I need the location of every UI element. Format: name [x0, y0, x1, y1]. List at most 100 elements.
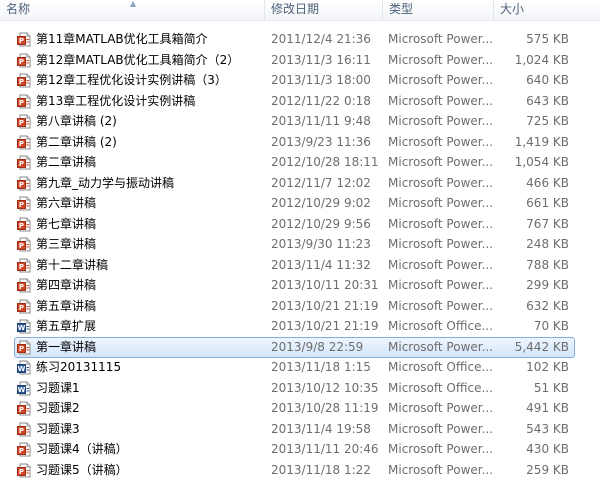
file-name: 第五章扩展 — [36, 319, 97, 333]
file-type: Microsoft Power... — [388, 114, 493, 128]
file-name: 习题课4（讲稿） — [36, 442, 128, 456]
powerpoint-icon: P — [17, 176, 32, 191]
word-icon: W — [17, 360, 32, 375]
powerpoint-icon: P — [17, 196, 32, 211]
file-type: Microsoft Power... — [388, 257, 493, 272]
file-row[interactable]: P 习题课4（讲稿） 2013/11/11 20:46 Microsoft Power… — [0, 439, 600, 460]
file-name: 第12章工程优化设计实例讲稿（3） — [36, 73, 227, 87]
file-date: 2013/10/12 10:35 — [271, 380, 379, 395]
file-name: 第一章讲稿 — [36, 339, 97, 354]
powerpoint-icon: P — [17, 94, 32, 109]
column-size-header[interactable]: 大小 — [493, 0, 600, 20]
file-row[interactable]: P 第五章讲稿 2013/10/21 21:19 Microsoft Power...… — [0, 296, 600, 317]
file-type: Microsoft Power... — [388, 175, 493, 190]
file-name: 第二章讲稿 (2) — [36, 134, 117, 149]
file-name: 第七章讲稿 — [36, 216, 97, 231]
svg-text:W: W — [18, 324, 26, 332]
file-row[interactable]: P 第三章讲稿 2013/9/30 11:23 Microsoft Power... 2… — [0, 234, 600, 255]
file-name: 练习20131115 — [36, 360, 122, 374]
file-row[interactable]: P 第12章工程优化设计实例讲稿（3） 2013/11/3 18:00 Microso… — [0, 70, 600, 91]
powerpoint-icon: P — [17, 299, 32, 314]
file-date: 2013/9/8 22:59 — [271, 339, 364, 354]
file-row[interactable]: P 第十二章讲稿 2013/11/4 11:32 Microsoft Power...… — [0, 255, 600, 276]
file-row[interactable]: W 习题课1 2013/10/12 10:35 Microsoft Office...… — [0, 378, 600, 399]
file-type: Microsoft Office... — [388, 319, 493, 333]
powerpoint-icon: P — [17, 217, 32, 232]
file-size: 788 KB — [526, 257, 569, 272]
file-type: Microsoft Power... — [388, 401, 493, 415]
powerpoint-icon: P — [17, 442, 32, 457]
file-size: 491 KB — [526, 401, 569, 415]
file-type: Microsoft Office... — [388, 360, 493, 374]
file-row[interactable]: W 第五章扩展 2013/10/21 21:19 Microsoft Office..… — [0, 316, 600, 337]
svg-text:P: P — [19, 78, 24, 86]
file-name: 第六章讲稿 — [36, 196, 97, 210]
svg-text:P: P — [19, 427, 24, 435]
file-type: Microsoft Power... — [388, 237, 493, 251]
file-type: Microsoft Power... — [388, 278, 493, 292]
file-row[interactable]: W 练习20131115 2013/11/18 1:15 Microsoft Offi… — [0, 357, 600, 378]
file-size: 1,024 KB — [514, 52, 569, 67]
svg-text:P: P — [19, 160, 24, 168]
file-type: Microsoft Power... — [388, 52, 493, 67]
column-name-header[interactable]: 名称 ▲ — [0, 0, 264, 20]
file-row[interactable]: P 第四章讲稿 2013/10/11 20:31 Microsoft Power...… — [0, 275, 600, 296]
file-date: 2013/9/23 11:36 — [271, 134, 371, 149]
column-date-label: 修改日期 — [271, 2, 320, 16]
file-size: 430 KB — [526, 442, 569, 456]
svg-text:P: P — [19, 99, 24, 107]
powerpoint-icon: P — [17, 278, 32, 293]
file-name: 习题课3 — [36, 421, 80, 436]
file-row[interactable]: P 第一章讲稿 2013/9/8 22:59 Microsoft Power... 5,… — [0, 336, 600, 358]
svg-text:P: P — [19, 181, 24, 189]
file-name: 习题课1 — [36, 380, 80, 395]
file-row[interactable]: P 习题课5（讲稿） 2013/11/18 1:22 Microsoft Power.… — [0, 460, 600, 481]
svg-text:P: P — [19, 468, 24, 476]
file-type: Microsoft Power... — [388, 216, 493, 231]
file-type: Microsoft Office... — [388, 380, 493, 395]
file-row[interactable]: P 第九章_动力学与振动讲稿 2012/11/7 12:02 Microsoft Po… — [0, 173, 600, 194]
powerpoint-icon: P — [17, 422, 32, 437]
file-size: 725 KB — [526, 114, 569, 128]
file-row[interactable]: P 第11章MATLAB优化工具箱简介 2011/12/4 21:36 Microso… — [0, 29, 600, 50]
file-type: Microsoft Power... — [388, 73, 493, 87]
file-type: Microsoft Power... — [388, 462, 493, 477]
file-row[interactable]: P 第六章讲稿 2012/10/29 9:02 Microsoft Power... 6… — [0, 193, 600, 214]
file-name: 第四章讲稿 — [36, 278, 97, 292]
file-size: 1,419 KB — [514, 134, 569, 149]
file-date: 2012/10/29 9:02 — [271, 196, 371, 210]
sort-ascending-icon: ▲ — [130, 0, 137, 8]
powerpoint-icon: P — [17, 401, 32, 416]
column-date-header[interactable]: 修改日期 — [264, 0, 382, 20]
file-size: 575 KB — [526, 32, 569, 46]
file-type: Microsoft Power... — [388, 421, 493, 436]
file-size: 70 KB — [533, 319, 569, 333]
file-date: 2013/9/30 11:23 — [271, 237, 371, 251]
file-size: 5,442 KB — [514, 339, 569, 354]
file-size: 767 KB — [526, 216, 569, 231]
file-name: 第五章讲稿 — [36, 298, 97, 313]
column-type-header[interactable]: 类型 — [382, 0, 493, 20]
file-size: 259 KB — [526, 462, 569, 477]
file-type: Microsoft Power... — [388, 93, 493, 108]
file-row[interactable]: P 第12章MATLAB优化工具箱简介（2） 2013/11/3 16:11 Micr… — [0, 50, 600, 71]
file-name: 第三章讲稿 — [36, 237, 97, 251]
svg-text:W: W — [18, 386, 26, 394]
powerpoint-icon: P — [17, 53, 32, 68]
svg-text:P: P — [19, 283, 24, 291]
file-row[interactable]: P 第二章讲稿 2012/10/28 18:11 Microsoft Power...… — [0, 152, 600, 173]
file-list: P 第11章MATLAB优化工具箱简介 2011/12/4 21:36 Microso… — [0, 29, 600, 480]
file-row[interactable]: P 第七章讲稿 2012/10/29 9:56 Microsoft Power... 7… — [0, 214, 600, 235]
word-icon: W — [17, 319, 32, 334]
file-row[interactable]: P 第八章讲稿 (2) 2013/11/11 9:48 Microsoft Power… — [0, 111, 600, 132]
file-date: 2013/10/21 21:19 — [271, 298, 379, 313]
file-size: 299 KB — [526, 278, 569, 292]
file-row[interactable]: P 习题课3 2013/11/4 19:58 Microsoft Power... 54… — [0, 419, 600, 440]
svg-text:P: P — [19, 140, 24, 148]
file-row[interactable]: P 第13章工程优化设计实例讲稿 2012/11/22 0:18 Microsoft … — [0, 91, 600, 112]
file-row[interactable]: P 习题课2 2013/10/28 11:19 Microsoft Power... 4… — [0, 398, 600, 419]
file-size: 102 KB — [526, 360, 569, 374]
file-row[interactable]: P 第二章讲稿 (2) 2013/9/23 11:36 Microsoft Power… — [0, 132, 600, 153]
file-name: 第十二章讲稿 — [36, 257, 109, 272]
word-icon: W — [17, 381, 32, 396]
